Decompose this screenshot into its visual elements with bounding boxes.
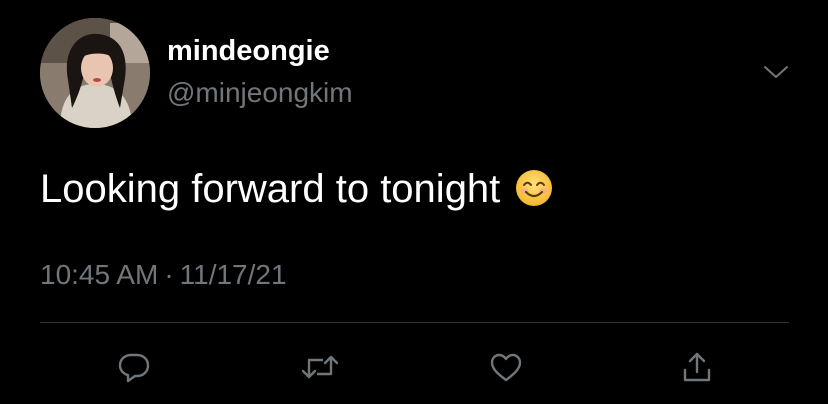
comment-bubble-icon <box>116 349 152 385</box>
chevron-down-icon[interactable] <box>762 62 790 82</box>
reply-button[interactable] <box>114 347 154 387</box>
share-button[interactable] <box>677 347 717 387</box>
meta-separator: · <box>164 259 174 290</box>
tweet-date: 11/17/21 <box>179 259 287 290</box>
share-upload-icon <box>679 349 715 385</box>
display-name[interactable]: mindeongie <box>167 34 330 68</box>
user-handle[interactable]: @minjeongkim <box>167 76 353 110</box>
profile-photo-image <box>40 18 150 128</box>
heart-icon <box>488 349 524 385</box>
smiling-face-emoji-icon <box>514 168 554 208</box>
retweet-arrows-icon <box>300 349 340 385</box>
divider <box>40 322 789 323</box>
tweet-text: Looking forward to tonight <box>40 167 501 211</box>
retweet-button[interactable] <box>300 347 340 387</box>
tweet-body: Looking forward to tonight <box>40 165 554 213</box>
avatar[interactable] <box>40 18 150 128</box>
tweet-time: 10:45 AM <box>40 259 159 290</box>
tweet-timestamp[interactable]: 10:45 AM · 11/17/21 <box>40 258 287 292</box>
like-button[interactable] <box>486 347 526 387</box>
